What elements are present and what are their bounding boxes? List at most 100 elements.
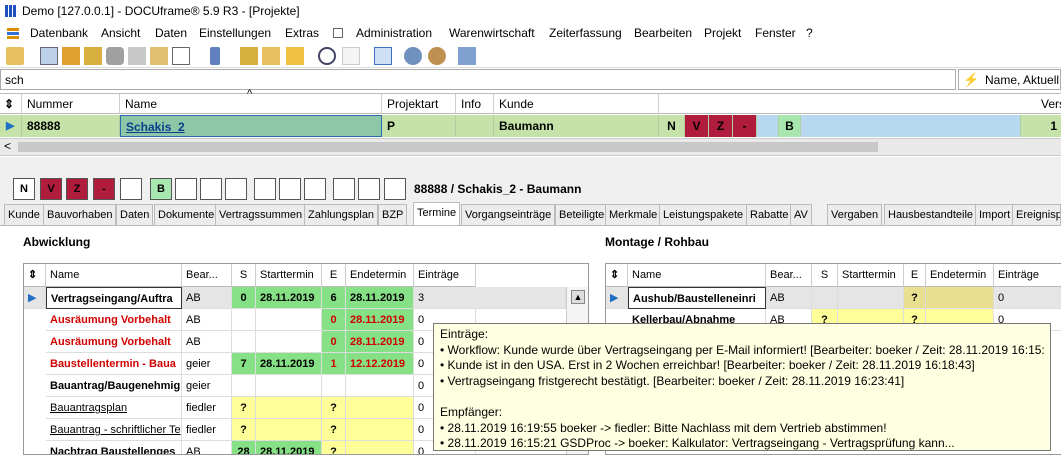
filter-selector[interactable]: ⚡ Name, Aktuell: [958, 69, 1061, 90]
menu-datenbank[interactable]: Datenbank: [30, 26, 88, 40]
menu-ansicht[interactable]: Ansicht: [101, 26, 140, 40]
folder-icon[interactable]: [84, 47, 102, 65]
cell-name[interactable]: Ausräumung Vorbehalt: [46, 309, 182, 331]
column-vers[interactable]: Vers: [1036, 94, 1061, 114]
menu-extras[interactable]: Extras: [285, 26, 319, 40]
document-icon[interactable]: [240, 47, 258, 65]
window-icon[interactable]: [458, 47, 476, 65]
menu-administration[interactable]: Administration: [356, 26, 432, 40]
column-name[interactable]: Name: [628, 264, 766, 287]
cell-name[interactable]: Bauantragsplan: [46, 397, 182, 419]
card-icon[interactable]: [40, 47, 58, 65]
eintraege-tooltip: Einträge: • Workflow: Kunde wurde über V…: [433, 323, 1051, 451]
menu-projekt[interactable]: Projekt: [704, 26, 741, 40]
column-s[interactable]: S: [232, 264, 256, 287]
column-name[interactable]: Name: [46, 264, 182, 287]
table-row[interactable]: ▶ 88888 Schakis_2 P Baumann N V Z - B 1: [0, 115, 1061, 137]
status-b: B: [779, 115, 801, 137]
column-eintraege[interactable]: Einträge: [994, 264, 1061, 287]
search-input[interactable]: [0, 69, 956, 90]
menu-help[interactable]: ?: [806, 26, 813, 40]
column-starttermin[interactable]: Starttermin: [838, 264, 904, 287]
column-kunde[interactable]: Kunde: [494, 94, 659, 114]
cell-name[interactable]: Vertragseingang/Auftra: [46, 287, 182, 309]
sort-icon[interactable]: ⇕: [606, 264, 628, 287]
tab-rabatte[interactable]: Rabatte: [746, 204, 793, 225]
column-starttermin[interactable]: Starttermin: [256, 264, 322, 287]
tab-vertragssummen[interactable]: Vertragssummen: [215, 204, 307, 225]
phone-icon[interactable]: [210, 47, 220, 65]
cell-eintraege: 0: [994, 287, 1061, 309]
tag-icon[interactable]: [106, 47, 124, 65]
menu-bearbeiten[interactable]: Bearbeiten: [634, 26, 692, 40]
tab-kunde[interactable]: Kunde: [4, 204, 44, 225]
cell-name[interactable]: Bauantrag/Baugenehmig: [46, 375, 182, 397]
column-endetermin[interactable]: Endetermin: [346, 264, 414, 287]
cell-e: 0: [322, 331, 346, 353]
tab-import[interactable]: Import: [975, 204, 1015, 225]
sort-icon[interactable]: ⇕: [0, 94, 22, 114]
search-icon[interactable]: [318, 47, 336, 65]
column-nummer[interactable]: Nummer: [22, 94, 120, 114]
cell-name[interactable]: Bauantrag - schriftlicher Te: [46, 419, 182, 441]
cell-name[interactable]: Baustellentermin - Baua: [46, 353, 182, 375]
menu-fenster[interactable]: Fenster: [755, 26, 796, 40]
tab-av[interactable]: AV: [790, 204, 812, 225]
open-folder-icon[interactable]: [262, 47, 280, 65]
column-info[interactable]: Info: [456, 94, 494, 114]
note-icon[interactable]: [128, 47, 146, 65]
admin-icon[interactable]: [333, 28, 343, 38]
tab-merkmale[interactable]: Merkmale: [605, 204, 662, 225]
cell-name[interactable]: Nachtrag Baustellenges: [46, 441, 182, 454]
column-bearbeiter[interactable]: Bear...: [182, 264, 232, 287]
user-edit-icon[interactable]: [428, 47, 446, 65]
tab-vergaben[interactable]: Vergaben: [827, 204, 883, 225]
column-eintraege[interactable]: Einträge: [414, 264, 476, 287]
calendar-icon[interactable]: [172, 47, 190, 65]
tab-vorgangseintraege[interactable]: Vorgangseinträge: [461, 204, 556, 225]
scroll-top-icon[interactable]: ▲: [571, 290, 585, 304]
column-endetermin[interactable]: Endetermin: [926, 264, 994, 287]
print-icon[interactable]: [6, 47, 24, 65]
cell-e: [322, 375, 346, 397]
toolbar: [0, 44, 1061, 68]
sort-icon[interactable]: ⇕: [24, 264, 46, 287]
column-bearbeiter[interactable]: Bear...: [766, 264, 812, 287]
tab-leistungspakete[interactable]: Leistungspakete: [659, 204, 748, 225]
horizontal-scrollbar[interactable]: <: [0, 138, 1061, 156]
tab-beteiligte[interactable]: Beteiligte: [555, 204, 609, 225]
cell-name[interactable]: Schakis_2: [120, 115, 382, 137]
export-icon[interactable]: [286, 47, 304, 65]
filter-icon: ⚡: [963, 72, 980, 87]
tab-ereignisse[interactable]: Ereignisp: [1012, 204, 1061, 225]
column-s[interactable]: S: [812, 264, 838, 287]
list-icon[interactable]: [62, 47, 80, 65]
menu-icon[interactable]: [6, 26, 20, 40]
tooltip-entry: • Kunde ist in den USA. Erst in 2 Wochen…: [440, 358, 975, 373]
column-projektart[interactable]: Projektart: [382, 94, 456, 114]
tab-bauvorhaben[interactable]: Bauvorhaben: [43, 204, 117, 225]
tab-hausbestandteile[interactable]: Hausbestandteile: [884, 204, 978, 225]
column-e[interactable]: E: [904, 264, 926, 287]
box-icon[interactable]: [150, 47, 168, 65]
cell-name[interactable]: Aushub/Baustelleneinri: [628, 287, 766, 309]
menu-daten[interactable]: Daten: [155, 26, 187, 40]
scroll-left-icon[interactable]: <: [4, 139, 11, 153]
view-toggle-icon[interactable]: [374, 47, 392, 65]
cell-name[interactable]: Ausräumung Vorbehalt: [46, 331, 182, 353]
menu-zeiterfassung[interactable]: Zeiterfassung: [549, 26, 622, 40]
users-icon[interactable]: [404, 47, 422, 65]
scroll-thumb[interactable]: [18, 142, 878, 152]
tab-bzp[interactable]: BZP: [378, 204, 408, 225]
menu-warenwirtschaft[interactable]: Warenwirtschaft: [449, 26, 535, 40]
tab-zahlungsplan[interactable]: Zahlungsplan: [304, 204, 379, 225]
cell-s: ?: [232, 419, 256, 441]
menu-einstellungen[interactable]: Einstellungen: [199, 26, 271, 40]
tab-termine[interactable]: Termine: [413, 202, 461, 226]
tab-daten[interactable]: Daten: [116, 204, 154, 225]
cell-e: ?: [322, 397, 346, 419]
cell-starttermin: [256, 309, 322, 331]
column-e[interactable]: E: [322, 264, 346, 287]
tab-dokumente[interactable]: Dokumente: [154, 204, 219, 225]
status-box-13: [333, 178, 355, 200]
